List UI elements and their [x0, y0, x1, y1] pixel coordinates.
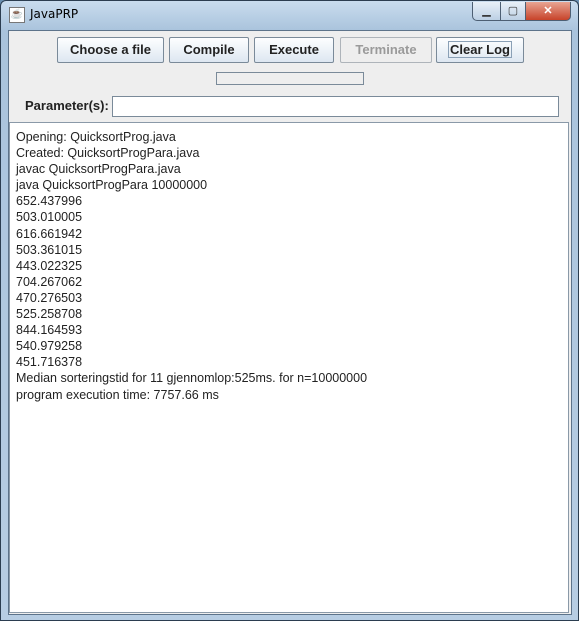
log-line: 451.716378 — [16, 355, 83, 370]
log-line: 844.164593 — [16, 323, 83, 338]
java-cup-icon: ☕ — [9, 7, 25, 23]
log-line: 503.010005 — [16, 210, 83, 225]
app-window: ☕ JavaPRP ▁ ▢ ✕ Choose a file Compile Ex… — [0, 0, 579, 621]
log-output[interactable]: Opening: QuicksortProg.java Created: Quic… — [9, 122, 569, 613]
log-line: 540.979258 — [16, 339, 83, 354]
parameters-input[interactable] — [112, 96, 559, 117]
progress-bar — [216, 72, 364, 85]
log-line: program execution time: 7757.66 ms — [16, 387, 219, 402]
log-line: javac QuicksortProgPara.java — [16, 162, 181, 177]
log-line: 525.258708 — [16, 307, 83, 322]
terminate-button[interactable]: Terminate — [340, 37, 432, 63]
log-line: Created: QuicksortProgPara.java — [16, 146, 200, 161]
compile-button[interactable]: Compile — [169, 37, 249, 63]
log-line: java QuicksortProgPara 10000000 — [16, 178, 208, 193]
close-button[interactable]: ✕ — [525, 2, 571, 21]
log-line: Median sorteringstid for 11 gjennomlop:5… — [16, 371, 368, 386]
clear-log-button[interactable]: Clear Log — [436, 37, 524, 63]
parameters-label: Parameter(s): — [25, 98, 109, 113]
log-line: 652.437996 — [16, 194, 83, 209]
log-line: Opening: QuicksortProg.java — [16, 130, 176, 144]
log-line: 616.661942 — [16, 226, 83, 241]
clear-log-label: Clear Log — [448, 41, 512, 58]
choose-file-button[interactable]: Choose a file — [57, 37, 164, 63]
log-line: 443.022325 — [16, 258, 83, 273]
log-line: 704.267062 — [16, 274, 83, 289]
log-line: 503.361015 — [16, 242, 83, 257]
maximize-button[interactable]: ▢ — [500, 2, 526, 21]
execute-button[interactable]: Execute — [254, 37, 334, 63]
title-bar: ☕ JavaPRP ▁ ▢ ✕ — [1, 1, 578, 29]
minimize-button[interactable]: ▁ — [472, 2, 501, 21]
window-title: JavaPRP — [30, 7, 79, 21]
log-line: 470.276503 — [16, 290, 83, 305]
main-panel: Choose a file Compile Execute Terminate … — [8, 30, 572, 615]
